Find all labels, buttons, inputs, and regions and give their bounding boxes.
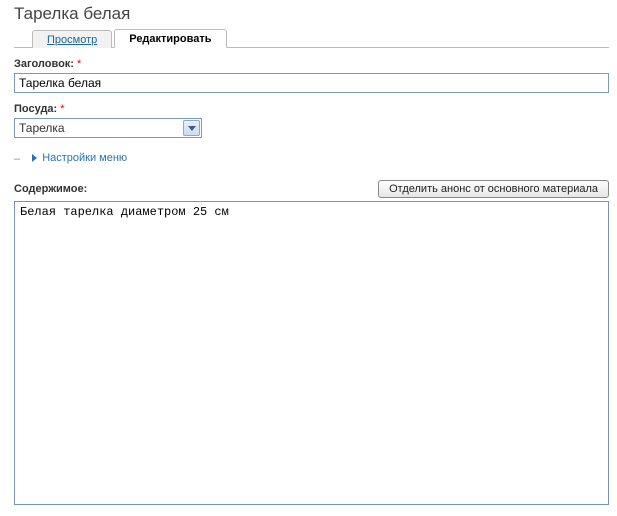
title-input[interactable]	[14, 73, 609, 93]
tabs: Просмотр Редактировать	[14, 28, 609, 48]
chevron-down-icon	[183, 120, 200, 136]
required-mark: *	[60, 103, 64, 115]
split-teaser-button[interactable]: Отделить анонс от основного материала	[378, 180, 609, 198]
required-mark: *	[77, 58, 81, 70]
page-title: Тарелка белая	[14, 4, 609, 24]
tab-view[interactable]: Просмотр	[32, 30, 112, 48]
title-group: Заголовок: *	[14, 58, 609, 93]
category-label: Посуда:	[14, 103, 57, 115]
category-selected-text: Тарелка	[15, 119, 69, 137]
menu-settings-toggle[interactable]: Настройки меню	[32, 152, 127, 164]
category-select[interactable]: Тарелка	[14, 118, 202, 138]
content-label: Содержимое:	[14, 183, 87, 195]
content-textarea[interactable]	[14, 201, 609, 505]
menu-settings-fieldset: – Настройки меню	[14, 148, 609, 180]
title-label: Заголовок:	[14, 58, 74, 70]
tab-edit[interactable]: Редактировать	[114, 29, 226, 48]
content-header: Содержимое: Отделить анонс от основного …	[14, 180, 609, 198]
category-group: Посуда: * Тарелка	[14, 103, 609, 138]
menu-settings-label: Настройки меню	[42, 152, 127, 164]
triangle-right-icon	[32, 154, 37, 162]
